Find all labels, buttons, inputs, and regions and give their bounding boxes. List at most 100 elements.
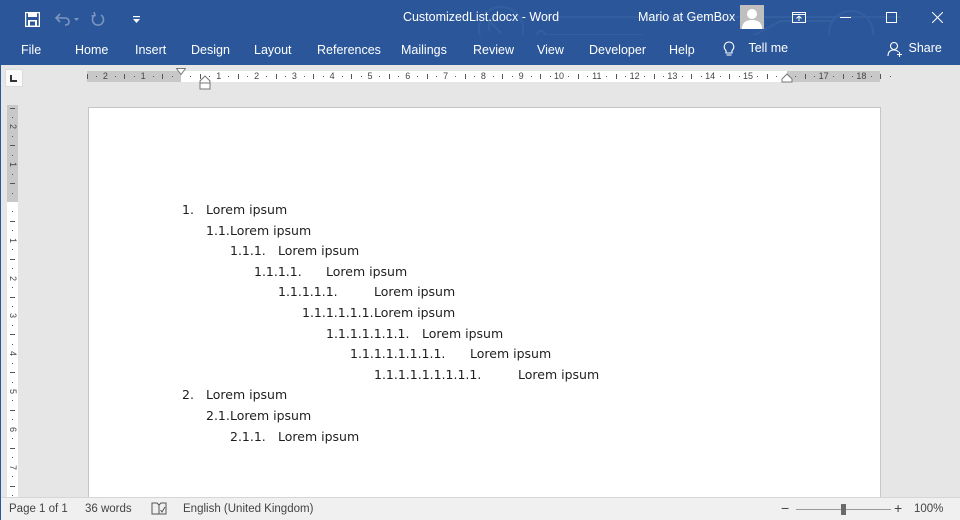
- proofing-button[interactable]: [151, 502, 167, 519]
- ruler-label: 14: [705, 71, 716, 81]
- ruler-tick: [152, 76, 154, 77]
- hanging-indent-marker[interactable]: [199, 75, 211, 90]
- ruler-tick: [12, 192, 13, 194]
- tell-me-button[interactable]: Tell me: [723, 41, 788, 57]
- ruler-label: 4: [8, 351, 18, 357]
- list-number: 2.: [182, 387, 194, 403]
- list-number: 1.1.: [206, 222, 230, 238]
- list-text: Lorem ipsum: [422, 325, 504, 341]
- tab-home[interactable]: Home: [75, 43, 108, 57]
- minimize-button[interactable]: [822, 1, 868, 33]
- ruler-tick: [464, 74, 466, 79]
- tab-view[interactable]: View: [537, 43, 564, 57]
- ruler-label: 18: [856, 71, 867, 81]
- ruler-tick: [12, 116, 13, 118]
- zoom-level[interactable]: 100%: [914, 503, 943, 515]
- ruler-tick: [12, 305, 13, 307]
- right-indent-marker[interactable]: [781, 73, 793, 83]
- language[interactable]: English (United Kingdom): [183, 503, 313, 515]
- ruler-tick: [549, 76, 551, 77]
- word-count[interactable]: 36 words: [85, 503, 132, 515]
- list-text: Lorem ipsum: [326, 263, 408, 279]
- tab-selector[interactable]: [5, 69, 23, 87]
- tab-file[interactable]: File: [21, 43, 41, 57]
- first-line-indent-marker[interactable]: [176, 68, 186, 76]
- ruler-label: 2: [102, 71, 108, 81]
- document-workspace: 211234567 1. Lorem ipsum 1.1. Lorem ipsum 1.…: [1, 91, 960, 497]
- avatar[interactable]: [740, 5, 764, 29]
- ruler-tick: [351, 74, 353, 79]
- list-number: 1.1.1.1.1.1.1.1.1.: [374, 366, 482, 382]
- ruler-tick: [691, 74, 693, 79]
- ruler-tick: [190, 76, 192, 77]
- quick-access-toolbar: [21, 9, 157, 29]
- customize-qat-button[interactable]: [125, 9, 147, 29]
- ruler-tick: [398, 76, 400, 77]
- tab-layout[interactable]: Layout: [254, 43, 292, 57]
- tab-design[interactable]: Design: [191, 43, 230, 57]
- ruler-bar: 2 1 1 2 3 4 5 6 7 8 9 10 11 12 13 14 15 17 18: [1, 65, 960, 91]
- ruler-tick: [12, 381, 13, 383]
- save-button[interactable]: [21, 9, 43, 29]
- ribbon-display-options-button[interactable]: [776, 1, 822, 33]
- list-text: Lorem ipsum: [206, 387, 288, 403]
- ruler-label: 9: [518, 71, 524, 81]
- ruler-tick: [266, 76, 268, 77]
- list-number: 2.1.: [206, 408, 230, 423]
- tab-review[interactable]: Review: [473, 43, 514, 57]
- redo-icon: [90, 11, 104, 26]
- ruler-tick: [12, 268, 13, 270]
- ruler-tick: [776, 76, 778, 77]
- list-number: 1.1.1.1.1.1.: [302, 305, 374, 320]
- ruler-tick: [653, 74, 655, 79]
- ruler-tick: [12, 457, 13, 459]
- tab-references[interactable]: References: [317, 43, 381, 57]
- ruler-label: 13: [667, 71, 678, 81]
- ruler-tick: [12, 343, 13, 345]
- zoom-out-button[interactable]: −: [781, 500, 789, 516]
- ruler-tick: [729, 74, 731, 79]
- user-avatar-icon: [742, 9, 762, 29]
- vertical-ruler[interactable]: 2 1 1 2 3 4 5 6 7: [7, 105, 18, 497]
- list-text: Lorem ipsum: [206, 202, 288, 217]
- zoom-in-button[interactable]: +: [894, 500, 902, 516]
- ruler-tick: [86, 74, 88, 79]
- ruler-tick: [133, 76, 135, 77]
- ruler-tick: [10, 409, 15, 411]
- ruler-tick: [12, 324, 13, 326]
- tab-mailings[interactable]: Mailings: [401, 43, 447, 57]
- page-count[interactable]: Page 1 of 1: [9, 503, 68, 515]
- ruler-label: 11: [592, 71, 602, 81]
- undo-button[interactable]: [53, 9, 83, 29]
- ruler-label: 3: [8, 313, 18, 319]
- ruler-label: 1: [216, 71, 222, 81]
- ruler-tick: [12, 287, 13, 289]
- close-button[interactable]: [914, 1, 960, 33]
- ruler-tick: [842, 74, 844, 79]
- ruler-tick: [889, 76, 891, 77]
- top-margin-area: [7, 105, 18, 202]
- maximize-button[interactable]: [868, 1, 914, 33]
- ruler-tick: [10, 145, 15, 147]
- ruler-label: 5: [8, 388, 18, 394]
- list-number: 1.: [182, 202, 194, 217]
- undo-icon: [54, 12, 79, 26]
- ruler-tick: [625, 76, 627, 77]
- ruler-tick: [12, 400, 13, 402]
- user-name[interactable]: Mario at GemBox: [638, 10, 735, 24]
- ruler-tick: [436, 76, 438, 77]
- redo-button[interactable]: [87, 9, 109, 29]
- ribbon-tabs: File Home Insert Design Layout Reference…: [1, 35, 960, 65]
- tab-insert[interactable]: Insert: [135, 43, 166, 57]
- ruler-tick: [12, 211, 13, 213]
- share-button[interactable]: Share: [887, 41, 942, 57]
- ruler-tick: [12, 135, 13, 137]
- tab-developer[interactable]: Developer: [589, 43, 646, 57]
- tab-help[interactable]: Help: [669, 43, 695, 57]
- ruler-tick: [577, 74, 579, 79]
- document-page[interactable]: 1. Lorem ipsum 1.1. Lorem ipsum 1.1.1. Lorem …: [88, 107, 881, 497]
- ruler-tick: [851, 76, 853, 77]
- zoom-slider-thumb[interactable]: [841, 504, 846, 515]
- share-label: Share: [908, 41, 942, 56]
- ruler-tick: [12, 230, 13, 232]
